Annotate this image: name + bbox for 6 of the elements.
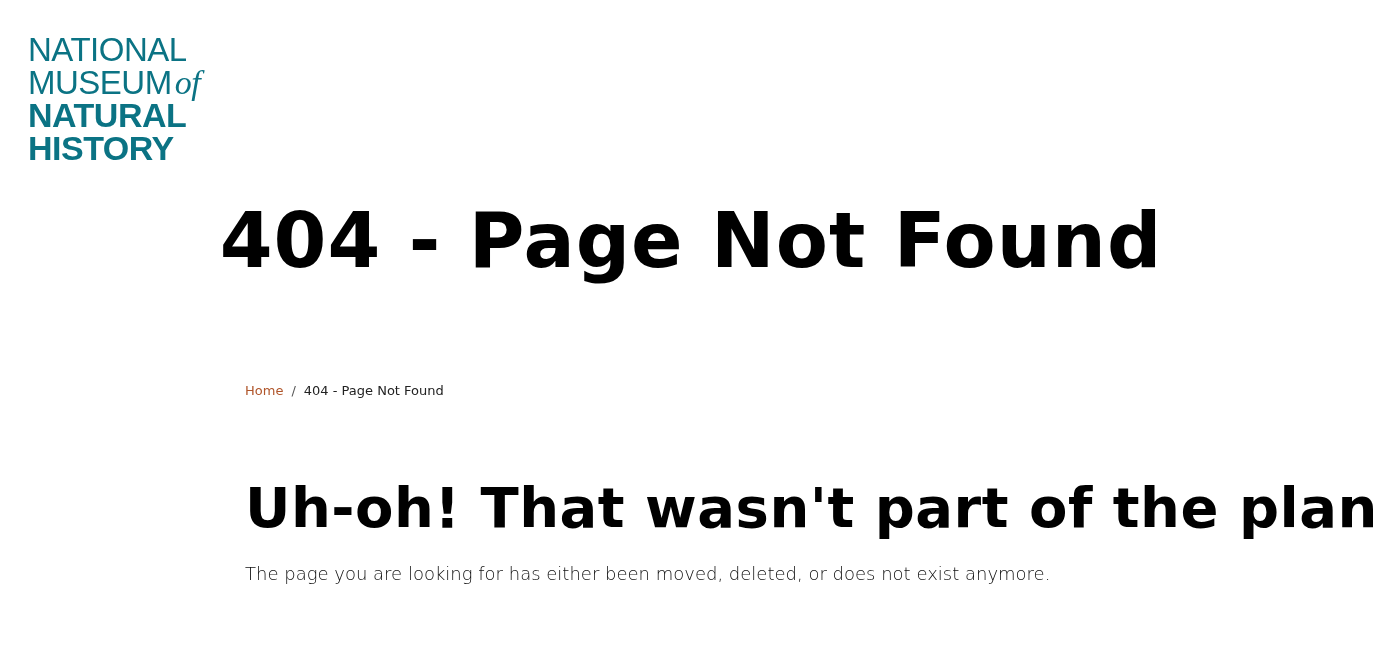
error-heading: Uh-oh! That wasn't part of the plan. — [245, 473, 1382, 541]
breadcrumb-current: 404 - Page Not Found — [303, 382, 444, 398]
home-link[interactable]: Home — [245, 382, 284, 398]
page-title: 404 - Page Not Found — [218, 199, 1164, 283]
breadcrumb-separator: / — [291, 382, 296, 398]
error-message: The page you are looking for has either been moved, deleted, or does not exist anymore. — [245, 562, 1052, 584]
